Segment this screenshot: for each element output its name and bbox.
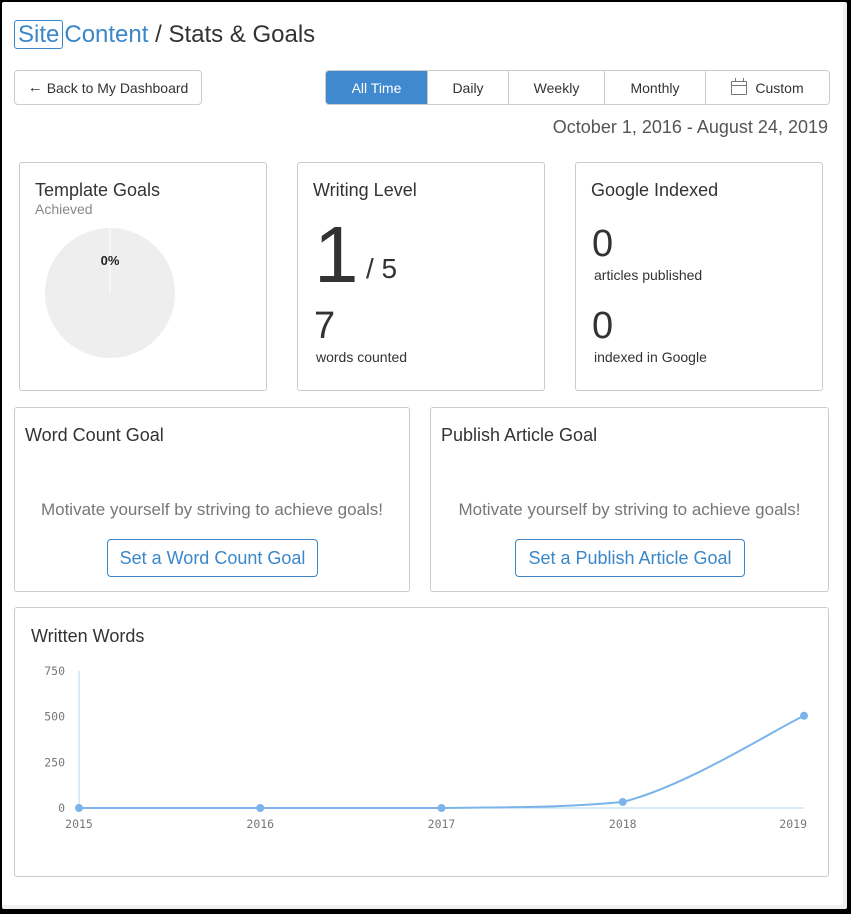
card-subtitle: Achieved: [35, 201, 93, 217]
range-all-time[interactable]: All Time: [326, 71, 427, 104]
range-label: All Time: [351, 79, 402, 96]
range-weekly[interactable]: Weekly: [508, 71, 604, 104]
template-goals-card: Template Goals Achieved 0%: [19, 162, 267, 391]
goal-message: Motivate yourself by striving to achieve…: [40, 500, 384, 519]
back-button-label: Back to My Dashboard: [46, 79, 189, 96]
y-tick-label: 250: [44, 755, 65, 769]
articles-published-value: 0: [592, 223, 614, 265]
range-label: Custom: [755, 79, 804, 96]
x-tick-label: 2019: [779, 817, 807, 831]
calendar-icon: [731, 77, 748, 95]
range-daily[interactable]: Daily: [427, 71, 508, 104]
x-tick-label: 2016: [246, 817, 274, 831]
time-range-selector: All Time Daily Weekly Monthly Custom: [325, 70, 830, 105]
card-title: Template Goals: [35, 180, 161, 200]
range-label: Weekly: [533, 79, 580, 96]
template-goals-pie: 0%: [45, 228, 175, 358]
data-point-2018[interactable]: [618, 797, 627, 806]
range-label: Daily: [452, 79, 484, 96]
date-range-label: October 1, 2016 - August 24, 2019: [552, 117, 828, 137]
series-line-written-words: [79, 714, 805, 809]
goal-message: Motivate yourself by striving to achieve…: [458, 500, 801, 519]
data-point-2017[interactable]: [437, 804, 446, 812]
words-counted-value: 7: [314, 305, 336, 347]
page: Site Content / Stats & Goals ← Back to My…: [2, 2, 843, 905]
back-to-dashboard-button[interactable]: ← Back to My Dashboard: [14, 70, 202, 105]
data-point-2019[interactable]: [800, 711, 808, 720]
written-words-card: Written Words 0 250 500 750 2015 2016 2017 201…: [14, 607, 829, 877]
window-frame: Site Content / Stats & Goals ← Back to My…: [2, 2, 847, 909]
google-indexed-card: Google Indexed 0 articles published 0 in…: [575, 162, 823, 391]
page-header: Site Content / Stats & Goals: [14, 20, 315, 50]
breadcrumb-separator: /: [148, 21, 169, 48]
indexed-label: indexed in Google: [594, 349, 707, 365]
written-words-chart: 0 250 500 750 2015 2016 2017 2018 2019: [44, 664, 808, 831]
y-tick-label: 0: [58, 801, 65, 815]
arrow-left-icon: ←: [27, 79, 43, 96]
page-title: Stats & Goals: [168, 21, 316, 48]
articles-published-label: articles published: [594, 267, 703, 283]
range-custom[interactable]: Custom: [705, 71, 829, 104]
card-title: Writing Level: [313, 180, 417, 200]
card-title: Word Count Goal: [25, 425, 164, 445]
data-point-2016[interactable]: [256, 804, 265, 812]
word-count-goal-card: Word Count Goal Motivate yourself by str…: [14, 407, 410, 592]
card-title: Publish Article Goal: [441, 425, 598, 445]
pie-percent-label: 0%: [101, 253, 120, 268]
range-label: Monthly: [630, 79, 680, 96]
range-monthly[interactable]: Monthly: [604, 71, 705, 104]
set-publish-article-goal-button[interactable]: Set a Publish Article Goal: [515, 539, 745, 577]
x-tick-label: 2015: [65, 817, 93, 831]
writing-level-value: 1: [314, 210, 359, 299]
y-tick-label: 500: [44, 710, 65, 724]
set-word-count-goal-button[interactable]: Set a Word Count Goal: [107, 539, 318, 577]
writing-level-max: / 5: [366, 253, 398, 284]
y-tick-label: 750: [44, 664, 65, 678]
breadcrumb-content-link[interactable]: Content: [64, 21, 148, 48]
x-tick-label: 2018: [609, 817, 637, 831]
indexed-value: 0: [592, 305, 614, 347]
x-tick-label: 2017: [428, 817, 456, 831]
words-counted-label: words counted: [316, 349, 408, 365]
data-point-2015[interactable]: [75, 804, 83, 812]
breadcrumb-site-logo[interactable]: Site: [14, 20, 64, 49]
publish-article-goal-card: Publish Article Goal Motivate yourself b…: [430, 407, 829, 592]
writing-level-card: Writing Level 1 / 5 7 words counted: [297, 162, 545, 391]
card-title: Google Indexed: [591, 180, 719, 200]
